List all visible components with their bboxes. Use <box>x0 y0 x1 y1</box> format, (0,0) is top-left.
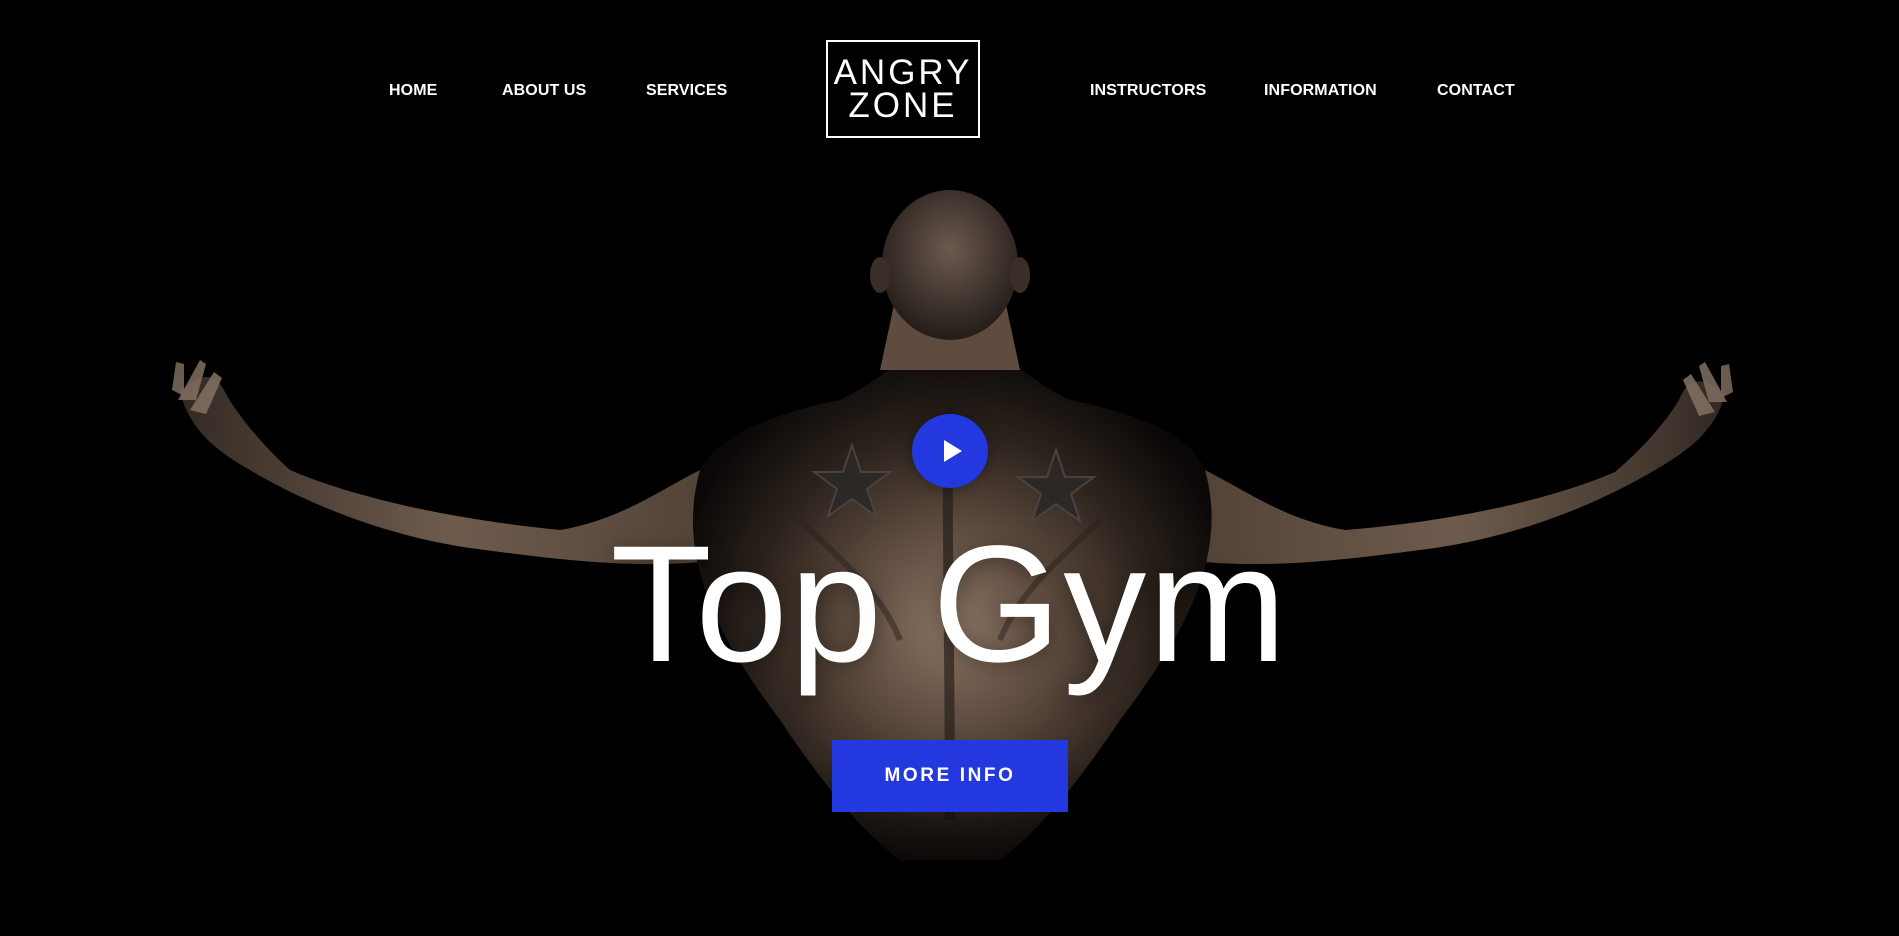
play-icon <box>943 440 962 462</box>
site-logo[interactable]: ANGRY ZONE <box>826 40 980 138</box>
play-video-button[interactable] <box>912 414 988 488</box>
hero-headline: Top Gym <box>610 512 1289 697</box>
nav-link-services[interactable]: SERVICES <box>646 82 727 100</box>
logo-line-bottom: ZONE <box>848 86 958 125</box>
nav-link-instructors[interactable]: INSTRUCTORS <box>1090 82 1206 100</box>
nav-link-information[interactable]: INFORMATION <box>1264 82 1377 100</box>
nav-link-about-us[interactable]: ABOUT US <box>502 82 586 100</box>
more-info-button[interactable]: MORE INFO <box>832 740 1068 812</box>
logo-line-top: ANGRY <box>833 53 973 92</box>
nav-link-home[interactable]: HOME <box>389 82 437 100</box>
landing-page: HOME ABOUT US SERVICES ANGRY ZONE INSTRU… <box>0 0 1899 936</box>
nav-link-contact[interactable]: CONTACT <box>1437 82 1515 100</box>
main-navigation: HOME ABOUT US SERVICES ANGRY ZONE INSTRU… <box>0 0 1899 180</box>
